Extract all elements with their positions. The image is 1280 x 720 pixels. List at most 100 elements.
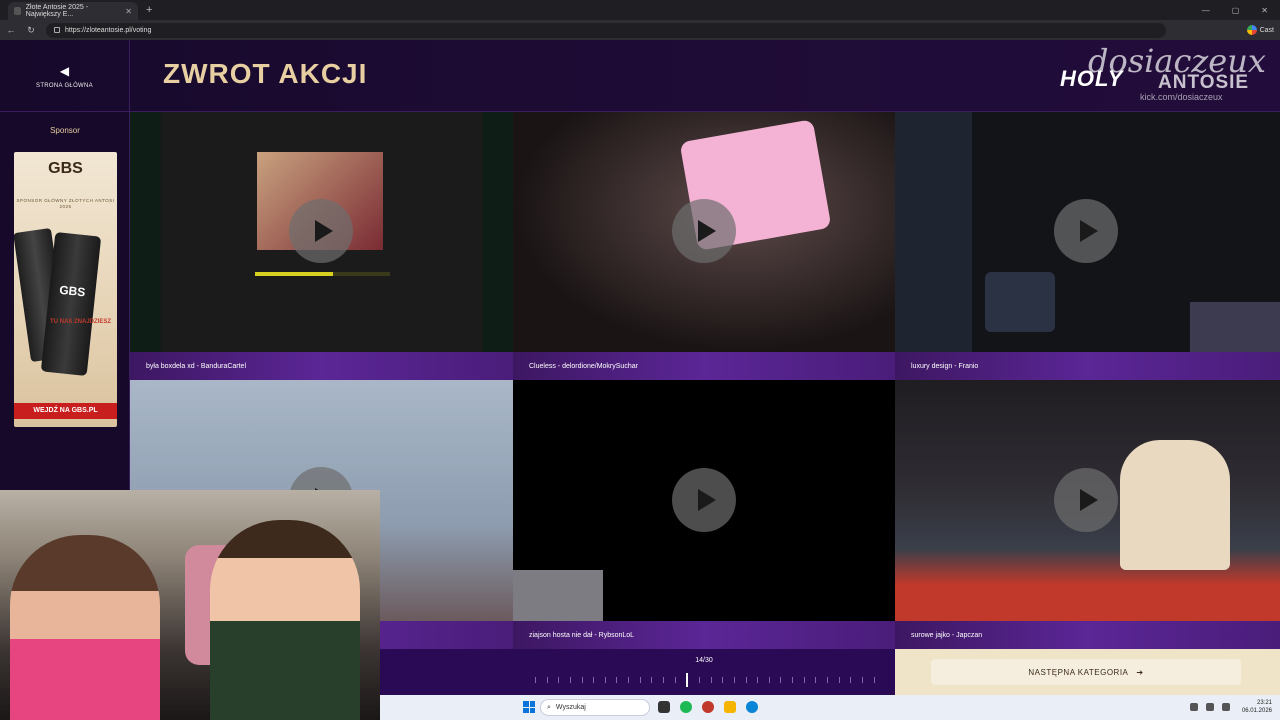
progress-tick [604,677,606,683]
progress-tick [663,677,665,683]
cast-button[interactable]: Cast [1246,25,1274,35]
system-tray [1190,703,1230,711]
category-progress: 14/30 [513,649,895,695]
progress-tick [815,677,817,683]
webcam-overlay [0,490,380,720]
video-progress-fill [255,272,334,276]
kick-handle: kick.com/dosiaczeux [1140,92,1223,102]
progress-tick [616,677,618,683]
nominee-tile[interactable]: Clueless - delordione/MokrySuchar [513,112,895,380]
progress-tick [546,677,548,683]
profile-icon [1246,25,1257,35]
app-icon[interactable] [702,701,714,713]
play-icon[interactable] [672,199,736,263]
progress-tick [733,677,735,683]
progress-tick [651,677,653,683]
video-frame [513,570,603,621]
nominee-tile[interactable]: ziajson hosta nie dał - RybsonLoL [513,380,895,649]
nominee-tile[interactable]: luxury design - Franio [895,112,1280,380]
search-icon: ⌕ [547,703,551,711]
url-field[interactable]: https://zloteantosie.pl/voting [46,22,1166,38]
progress-tick [745,677,747,683]
next-category-panel: NASTĘPNA KATEGORIA ➔ [895,649,1280,695]
progress-tick [674,677,676,683]
can-label: GBS [58,282,87,300]
url-text: https://zloteantosie.pl/voting [65,26,152,34]
ad-brand: GBS [48,160,83,177]
back-icon[interactable]: ← [6,25,16,35]
nominee-tile[interactable]: była boxdela xd - BanduraCartel [130,112,513,380]
play-icon[interactable] [1054,468,1118,532]
home-button[interactable]: ◀ STRONA GŁÓWNA [0,40,130,112]
minimize-icon[interactable]: — [1202,6,1210,15]
home-label: STRONA GŁÓWNA [36,82,93,89]
progress-tick [639,677,641,683]
ad-subtitle: SPONSOR GŁÓWNY ZŁOTYCH ANTOSI 2025 [16,198,115,209]
arrow-left-icon: ◀ [59,63,70,78]
arrow-right-icon: ➔ [1136,667,1144,677]
video-frame [985,272,1055,332]
address-bar: ← ↻ https://zloteantosie.pl/voting Cast [0,20,1280,40]
play-icon[interactable] [672,468,736,532]
cast-label: Cast [1259,26,1274,34]
tile-caption: ziajson hosta nie dał - RybsonLoL [513,621,895,649]
network-icon[interactable] [1190,703,1198,711]
next-category-button[interactable]: NASTĘPNA KATEGORIA ➔ [931,659,1241,685]
progress-tick [569,677,571,683]
maximize-icon[interactable]: ▢ [1232,6,1240,15]
clock-time: 23:21 [1256,700,1272,706]
tile-caption: surowe jajko - Japczan [895,621,1280,649]
search-placeholder: Wyszukaj [555,704,586,711]
spotify-icon[interactable] [680,701,692,713]
play-icon[interactable] [289,199,353,263]
progress-tick [850,677,852,683]
progress-tick [827,677,829,683]
ad-badge: TU NAS ZNAJDZIESZ [49,319,111,325]
progress-tick [628,677,630,683]
sponsor-ad[interactable]: GBS SPONSOR GŁÓWNY ZŁOTYCH ANTOSI 2025 G… [14,152,117,427]
tab-title: Złote Antosie 2025 - Największy E... [25,4,89,18]
progress-tick [710,677,712,683]
progress-counter: 14/30 [695,657,713,664]
progress-tick [803,677,805,683]
progress-tick [722,677,724,683]
reload-icon[interactable]: ↻ [26,25,36,36]
progress-tick [838,677,840,683]
site-info-icon[interactable] [54,27,60,33]
progress-tick [861,677,863,683]
start-icon[interactable] [523,701,535,713]
progress-ticks [535,673,875,687]
file-explorer-icon[interactable] [724,701,736,713]
tile-caption: Clueless - delordione/MokrySuchar [513,352,895,380]
battery-icon[interactable] [1222,703,1230,711]
progress-tick [581,677,583,683]
progress-tick [780,677,782,683]
guest-person [210,520,360,720]
new-tab-icon[interactable]: + [146,4,152,16]
progress-tick [535,677,536,683]
close-window-icon[interactable]: ✕ [1261,6,1268,15]
browser-tab[interactable]: Złote Antosie 2025 - Największy E... ✕ [8,2,138,20]
taskbar-search[interactable]: ⌕ Wyszukaj [540,699,650,716]
volume-icon[interactable] [1206,703,1214,711]
taskbar-clock[interactable]: 23:21 06.01.2026 [1242,699,1272,715]
progress-tick [593,677,595,683]
streamer-person [10,535,160,720]
edge-icon[interactable] [746,701,758,713]
site-favicon-icon [14,7,21,15]
ad-cta-button[interactable]: WEJDŹ NA GBS.PL [14,403,117,419]
video-frame [1120,440,1230,570]
task-view-icon[interactable] [658,701,670,713]
logo-antosie: ANTOSIE [1158,72,1250,93]
nominee-tile[interactable]: surowe jajko - Japczan [895,380,1280,649]
close-tab-icon[interactable]: ✕ [125,7,132,16]
video-frame [1190,302,1280,352]
footer-strip [380,649,513,695]
os-taskbar: ⌕ Wyszukaj 23:21 06.01.2026 [380,695,1280,720]
play-icon[interactable] [1054,199,1118,263]
progress-tick [757,677,759,683]
video-progress-track [255,272,390,276]
event-logo: dosiaczeux HOLY ANTOSIE kick.com/dosiacz… [1058,42,1278,108]
clock-date: 06.01.2026 [1241,708,1272,714]
page-header: ◀ STRONA GŁÓWNA ZWROT AKCJI dosiaczeux H… [0,40,1280,112]
